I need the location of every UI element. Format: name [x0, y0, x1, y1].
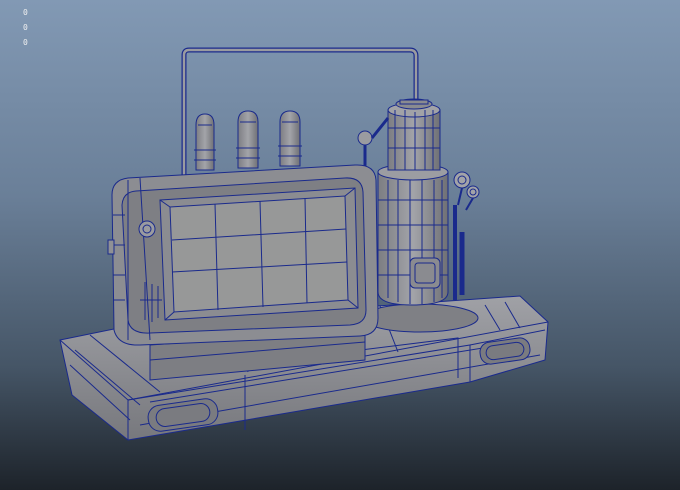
vacuum-tubes: [194, 110, 302, 171]
maya-3d-viewport[interactable]: 0 0 0: [0, 0, 680, 490]
model-scene[interactable]: [0, 0, 680, 490]
pressure-gauges: [453, 171, 480, 300]
